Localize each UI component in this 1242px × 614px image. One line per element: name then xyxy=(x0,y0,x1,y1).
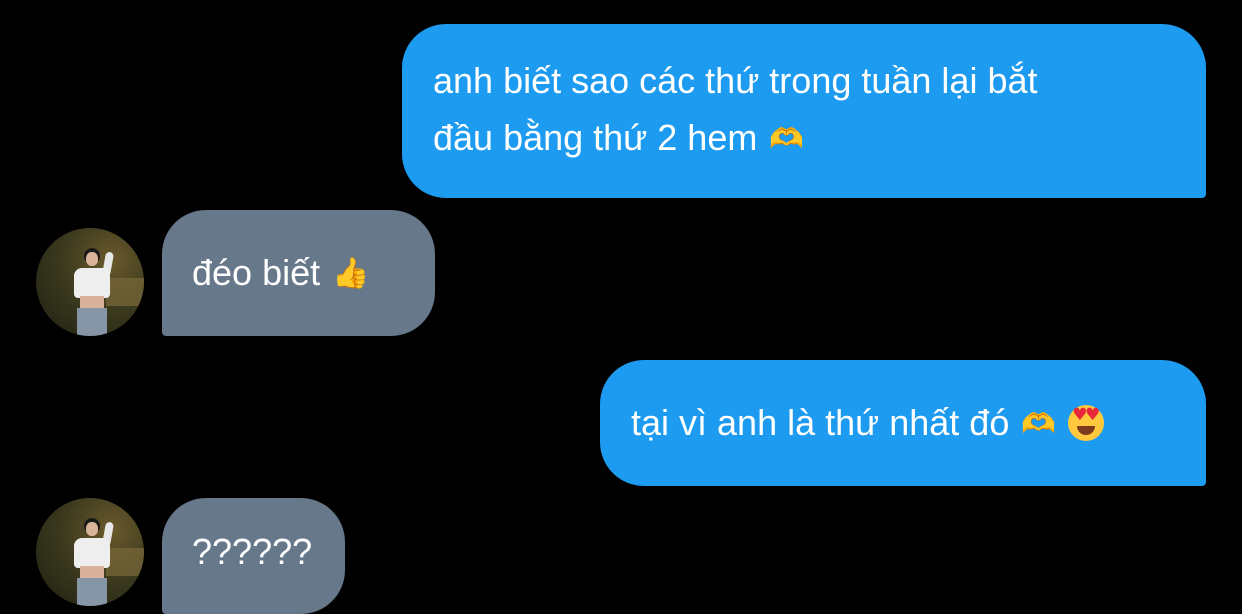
thumbs-up-icon: 👍 xyxy=(332,256,370,291)
message-text: đéo biết xyxy=(192,252,321,293)
message-text-line: đầu bằng thứ 2 hem 🫶 xyxy=(433,109,1176,167)
heart-eyes-face-icon xyxy=(1068,405,1105,441)
heart-hands-icon: 🫶 xyxy=(1021,407,1057,440)
message-bubble-incoming[interactable]: đéo biết 👍 xyxy=(162,210,435,336)
heart-hands-icon: 🫶 xyxy=(769,122,805,155)
message-text: ?????? xyxy=(192,531,313,572)
message-bubble-incoming[interactable]: ?????? xyxy=(162,498,345,614)
message-text-line: anh biết sao các thứ trong tuần lại bắt xyxy=(433,60,1038,101)
avatar[interactable] xyxy=(36,498,144,606)
message-bubble-outgoing[interactable]: tại vì anh là thứ nhất đó 🫶 xyxy=(600,360,1206,486)
message-text: đầu bằng thứ 2 hem xyxy=(433,117,758,158)
avatar[interactable] xyxy=(36,228,144,336)
message-bubble-outgoing[interactable]: anh biết sao các thứ trong tuần lại bắt … xyxy=(402,24,1206,198)
message-text: tại vì anh là thứ nhất đó xyxy=(631,402,1010,443)
